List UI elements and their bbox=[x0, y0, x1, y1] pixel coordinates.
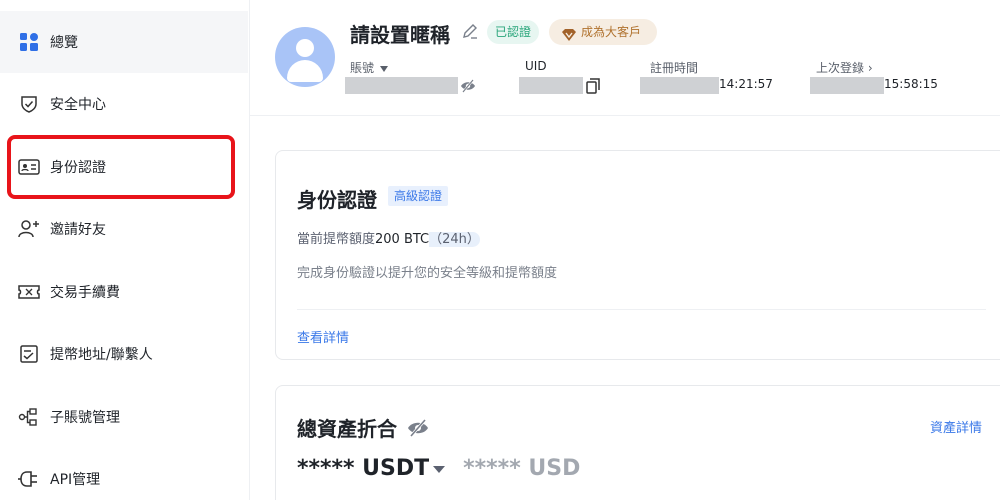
sub-account-icon bbox=[18, 406, 40, 428]
view-details-link[interactable]: 查看詳情 bbox=[297, 327, 349, 346]
sidebar-item-overview[interactable]: 總覽 bbox=[0, 11, 248, 73]
advanced-verification-tag: 高級認證 bbox=[388, 186, 449, 206]
uid-mask bbox=[519, 77, 583, 94]
verified-badge: 已認證 bbox=[487, 20, 540, 44]
sidebar-item-label: 提幣地址/聯繫人 bbox=[50, 347, 153, 363]
vip-badge[interactable]: 成為大客戶 bbox=[549, 19, 657, 45]
register-time-label: 註冊時間 bbox=[650, 61, 699, 75]
dashboard-icon bbox=[18, 31, 40, 53]
avatar[interactable] bbox=[275, 27, 335, 87]
ticket-icon bbox=[18, 281, 40, 303]
sidebar-item-label: 交易手續費 bbox=[50, 285, 120, 301]
plug-icon bbox=[18, 468, 40, 490]
currency-dropdown-caret-icon[interactable] bbox=[433, 466, 446, 473]
withdraw-limit-period: （24h） bbox=[429, 232, 480, 247]
asset-card-title: 總資產折合 bbox=[297, 417, 397, 441]
sidebar-item-label: 身份認證 bbox=[50, 160, 106, 176]
asset-card: 總資產折合 資產詳情 ***** USDT ***** USD bbox=[275, 385, 1000, 500]
withdraw-limit-value: 200 BTC bbox=[375, 232, 430, 247]
last-login-date-mask bbox=[810, 77, 884, 94]
copy-icon[interactable] bbox=[586, 78, 600, 98]
sidebar-item-invite[interactable]: 邀請好友 bbox=[0, 198, 248, 260]
add-user-icon bbox=[18, 218, 40, 240]
sidebar-item-subaccount[interactable]: 子賬號管理 bbox=[0, 386, 248, 448]
eye-off-icon[interactable] bbox=[460, 78, 476, 98]
last-login-label[interactable]: 上次登錄 › bbox=[816, 59, 873, 76]
sidebar-item-identity[interactable]: 身份認證 bbox=[0, 136, 248, 198]
asset-value-row: ***** USDT ***** USD bbox=[297, 456, 580, 481]
shield-icon bbox=[18, 93, 40, 115]
sidebar-item-label: 安全中心 bbox=[50, 97, 106, 113]
sidebar-item-label: 邀請好友 bbox=[50, 222, 106, 238]
sidebar-item-label: API管理 bbox=[50, 472, 101, 488]
edit-icon[interactable] bbox=[461, 22, 479, 44]
id-card-icon bbox=[18, 156, 40, 178]
sidebar-item-api[interactable]: API管理 bbox=[0, 448, 248, 500]
identity-description: 完成身份驗證以提升您的安全等級和提幣額度 bbox=[297, 266, 558, 281]
sidebar-item-security[interactable]: 安全中心 bbox=[0, 73, 248, 135]
divider bbox=[297, 309, 986, 310]
last-login-time: 15:58:15 bbox=[884, 77, 938, 91]
asset-details-link[interactable]: 資產詳情 bbox=[930, 417, 982, 436]
asset-value-usdt: ***** USDT bbox=[297, 456, 430, 481]
sidebar: 總覽 安全中心 身份認證 邀請好友 交易手續費 提幣地址/聯繫人 子賬號管理 A… bbox=[0, 0, 250, 500]
eye-off-icon[interactable] bbox=[407, 418, 429, 438]
sidebar-item-address[interactable]: 提幣地址/聯繫人 bbox=[0, 323, 248, 385]
withdraw-limit-prefix: 當前提幣額度 bbox=[297, 232, 376, 247]
identity-card: 身份認證 高級認證 當前提幣額度200 BTC（24h） 完成身份驗證以提升您的… bbox=[275, 150, 1000, 360]
account-mask bbox=[345, 77, 458, 94]
account-label[interactable]: 賬號 bbox=[350, 59, 388, 76]
app: 總覽 安全中心 身份認證 邀請好友 交易手續費 提幣地址/聯繫人 子賬號管理 A… bbox=[0, 0, 1000, 500]
register-time: 14:21:57 bbox=[719, 77, 773, 91]
uid-label: UID bbox=[525, 59, 547, 73]
account-label-text: 賬號 bbox=[350, 61, 375, 75]
caret-down-icon bbox=[379, 65, 388, 72]
vip-badge-label: 成為大客戶 bbox=[581, 25, 642, 39]
nickname: 請設置暱稱 bbox=[350, 23, 450, 47]
diamond-icon bbox=[561, 25, 577, 51]
identity-card-title: 身份認證 bbox=[297, 188, 377, 212]
sidebar-item-label: 子賬號管理 bbox=[50, 410, 120, 426]
sidebar-item-fees[interactable]: 交易手續費 bbox=[0, 261, 248, 323]
profile-header: 請設置暱稱 已認證 成為大客戶 賬號 UID 註冊時間 14:21:57 上次登… bbox=[250, 0, 1000, 116]
withdraw-limit: 當前提幣額度200 BTC（24h） bbox=[297, 228, 480, 247]
asset-value-usd: ***** USD bbox=[463, 456, 581, 481]
register-date-mask bbox=[640, 77, 719, 94]
asset-card-title-row: 總資產折合 bbox=[297, 413, 429, 442]
sidebar-item-label: 總覽 bbox=[50, 35, 78, 51]
address-book-icon bbox=[18, 343, 40, 365]
